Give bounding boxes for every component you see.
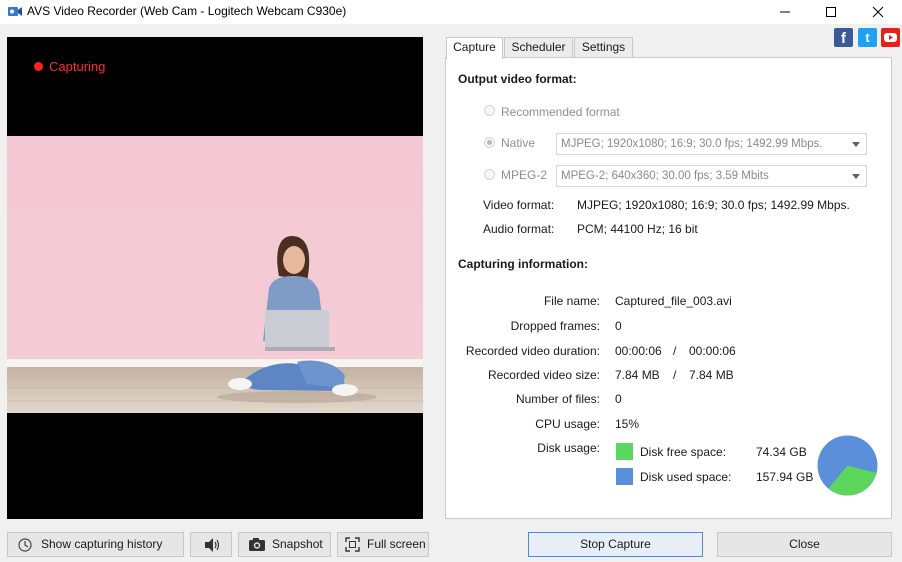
tab-settings[interactable]: Settings bbox=[574, 37, 633, 58]
history-icon bbox=[18, 538, 32, 552]
chevron-down-icon bbox=[852, 174, 860, 179]
twitter-icon[interactable]: t bbox=[858, 28, 877, 47]
mpeg2-format-radio[interactable] bbox=[484, 169, 495, 180]
disk-used-swatch bbox=[616, 468, 633, 485]
title-bar: AVS Video Recorder (Web Cam - Logitech W… bbox=[0, 0, 902, 24]
maximize-button[interactable] bbox=[808, 0, 854, 24]
youtube-icon[interactable] bbox=[881, 28, 900, 47]
app-window: AVS Video Recorder (Web Cam - Logitech W… bbox=[0, 0, 902, 562]
video-preview: Capturing bbox=[7, 37, 423, 519]
show-history-button[interactable]: Show capturing history bbox=[7, 532, 184, 557]
audio-format-label: Audio format: bbox=[483, 222, 555, 236]
record-dot-icon bbox=[34, 62, 43, 71]
webcam-frame-image bbox=[7, 136, 423, 413]
files-count-value: 0 bbox=[615, 392, 622, 406]
speaker-icon bbox=[205, 538, 220, 552]
capturing-label: Capturing bbox=[49, 59, 106, 74]
facebook-icon[interactable]: f bbox=[834, 28, 853, 47]
window-title: AVS Video Recorder (Web Cam - Logitech W… bbox=[27, 4, 347, 18]
camera-icon bbox=[249, 538, 265, 551]
native-format-label: Native bbox=[501, 136, 536, 150]
app-icon bbox=[8, 7, 22, 16]
sound-button[interactable] bbox=[190, 532, 232, 557]
duration-total: 00:00:06 bbox=[689, 344, 736, 358]
close-button[interactable]: Close bbox=[717, 532, 892, 557]
duration-separator: / bbox=[673, 344, 677, 358]
tab-capture[interactable]: Capture bbox=[446, 37, 503, 59]
snapshot-button[interactable]: Snapshot bbox=[238, 532, 331, 557]
maximize-icon bbox=[826, 7, 836, 17]
disk-free-swatch bbox=[616, 443, 633, 460]
full-screen-button[interactable]: Full screen bbox=[337, 532, 429, 557]
close-icon bbox=[872, 6, 884, 18]
size-label: Recorded video size: bbox=[487, 368, 600, 382]
files-count-label: Number of files: bbox=[515, 392, 600, 406]
tab-scheduler[interactable]: Scheduler bbox=[504, 37, 573, 58]
duration-label: Recorded video duration: bbox=[465, 344, 600, 358]
native-format-radio[interactable] bbox=[484, 137, 495, 148]
disk-free-value: 74.34 GB bbox=[756, 445, 807, 459]
disk-usage-pie bbox=[817, 435, 878, 496]
size-separator: / bbox=[673, 368, 677, 382]
file-name-value: Captured_file_003.avi bbox=[615, 294, 732, 308]
disk-free-label: Disk free space: bbox=[640, 445, 727, 459]
video-format-value: MJPEG; 1920x1080; 16:9; 30.0 fps; 1492.9… bbox=[577, 198, 850, 212]
native-format-value: MJPEG; 1920x1080; 16:9; 30.0 fps; 1492.9… bbox=[561, 138, 823, 150]
dropped-frames-value: 0 bbox=[615, 319, 622, 333]
cpu-usage-label: CPU usage: bbox=[535, 417, 600, 431]
recommended-format-radio[interactable] bbox=[484, 105, 495, 116]
size-value: 7.84 MB bbox=[615, 368, 660, 382]
disk-usage-label: Disk usage: bbox=[537, 441, 600, 455]
video-format-label: Video format: bbox=[483, 198, 555, 212]
cpu-usage-value: 15% bbox=[615, 417, 640, 431]
mpeg2-format-value: MPEG-2; 640x360; 30.00 fps; 3.59 Mbits bbox=[561, 170, 769, 182]
fullscreen-icon bbox=[345, 537, 360, 552]
audio-format-value: PCM; 44100 Hz; 16 bit bbox=[577, 222, 698, 236]
recommended-format-label: Recommended format bbox=[501, 105, 620, 119]
disk-used-value: 157.94 GB bbox=[756, 470, 814, 484]
mpeg2-format-select[interactable]: MPEG-2; 640x360; 30.00 fps; 3.59 Mbits bbox=[556, 165, 867, 187]
minimize-icon bbox=[780, 11, 790, 13]
minimize-button[interactable] bbox=[762, 0, 808, 24]
dropped-frames-label: Dropped frames: bbox=[510, 319, 600, 333]
disk-used-label: Disk used space: bbox=[640, 470, 732, 484]
file-name-label: File name: bbox=[543, 294, 600, 308]
size-total: 7.84 MB bbox=[689, 368, 734, 382]
capturing-info-heading: Capturing information: bbox=[458, 257, 588, 271]
mpeg2-format-label: MPEG-2 bbox=[501, 168, 548, 182]
chevron-down-icon bbox=[852, 142, 860, 147]
capturing-indicator: Capturing bbox=[34, 59, 105, 74]
close-window-button[interactable] bbox=[855, 0, 901, 24]
duration-value: 00:00:06 bbox=[615, 344, 662, 358]
output-format-heading: Output video format: bbox=[458, 72, 577, 86]
play-icon bbox=[884, 33, 897, 42]
native-format-select[interactable]: MJPEG; 1920x1080; 16:9; 30.0 fps; 1492.9… bbox=[556, 133, 867, 155]
stop-capture-button[interactable]: Stop Capture bbox=[528, 532, 703, 557]
